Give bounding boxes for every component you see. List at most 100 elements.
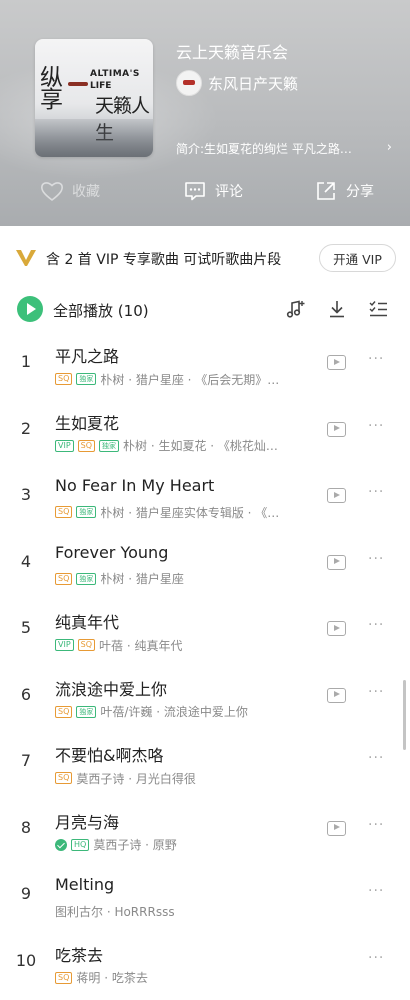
playlist-cover[interactable]: 纵 享 ALTIMA'S LIFE 天籁人生 [35,39,153,157]
song-row[interactable]: 7 不要怕&啊杰咯 SQ 莫西子诗 · 月光白得很 ··· [0,729,410,795]
exclusive-badge: 独家 [76,705,97,718]
scrollbar[interactable] [403,680,406,750]
favorite-button[interactable]: 收藏 [40,180,100,202]
cover-big-text: 纵 享 [40,65,63,113]
sq-badge: SQ [55,772,73,784]
play-all-label: 全部播放 [53,302,114,320]
sq-badge: SQ [55,373,73,385]
exclusive-badge: 独家 [76,506,97,518]
song-title: Forever Young [55,542,169,562]
sq-badge: SQ [55,705,73,718]
share-button[interactable]: 分享 [314,180,374,202]
more-options-icon[interactable]: ··· [368,684,384,700]
artist-name[interactable]: 东风日产天籁 [208,73,298,94]
exclusive-badge: 独家 [76,572,97,585]
multi-select-icon[interactable] [367,298,389,320]
comment-label: 评论 [215,184,243,200]
song-meta: SQ 独家 朴树 · 猎户星座实体专辑版 · 《… [55,504,313,520]
song-title: Melting [55,875,115,894]
song-artist-album: 朴树 · 生如夏花 · 《桃花灿… [123,439,278,453]
song-meta: SQ 独家 朴树 · 猎户星座 · 《后会无期》… [55,371,313,387]
song-artist-album: 蒋明 · 吃茶去 [76,971,148,985]
song-row[interactable]: 1 平凡之路 SQ 独家 朴树 · 猎户星座 · 《后会无期》… ··· [0,330,410,396]
more-options-icon[interactable]: ··· [368,617,384,633]
song-title: 不要怕&啊杰咯 [55,746,164,765]
more-options-icon[interactable]: ··· [368,817,384,833]
song-title: No Fear In My Heart [55,476,215,495]
song-row[interactable]: 2 生如夏花 VIP SQ 独家 朴树 · 生如夏花 · 《桃花灿… ··· [0,397,410,463]
song-number: 5 [20,618,32,637]
mv-play-icon[interactable] [327,355,346,370]
song-title: 纯真年代 [55,613,120,632]
song-number: 8 [20,817,32,837]
song-row[interactable]: 10 吃茶去 SQ 蒋明 · 吃茶去 ··· [0,929,410,995]
mv-play-icon[interactable] [327,554,346,570]
song-artist-album: 莫西子诗 · 原野 [93,838,177,852]
song-number: 6 [20,684,32,704]
playlist-intro[interactable]: 简介:生如夏花的绚烂 平凡之路… › [176,140,392,157]
song-artist-album: 朴树 · 猎户星座实体专辑版 · 《… [100,505,280,520]
more-options-icon[interactable]: ··· [368,351,384,367]
song-meta: SQ 独家 叶蓓/许巍 · 流浪途中爱上你 [55,704,313,720]
more-options-icon[interactable]: ··· [368,750,384,766]
sq-badge: SQ [55,971,73,984]
song-artist-album: 叶蓓/许巍 · 流浪途中爱上你 [100,705,248,719]
song-number: 7 [20,751,32,770]
open-vip-button[interactable]: 开通 VIP [319,244,396,272]
song-meta: VIP SQ 叶蓓 · 纯真年代 [55,637,313,653]
chevron-right-icon: › [386,140,392,155]
song-row[interactable]: 4 Forever Young SQ 独家 朴树 · 猎户星座 ··· [0,530,410,596]
mv-play-icon[interactable] [327,421,346,437]
song-number: 4 [20,551,32,571]
playlist-title: 云上天籁音乐会 [176,43,289,62]
song-row[interactable]: 9 Melting 图利古尔 · HoRRRsss ··· [0,862,410,928]
mv-play-icon[interactable] [327,820,346,836]
more-options-icon[interactable]: ··· [368,551,384,567]
hq-badge: HQ [71,838,90,851]
song-row[interactable]: 6 流浪途中爱上你 SQ 独家 叶蓓/许巍 · 流浪途中爱上你 ··· [0,663,410,729]
song-title: 月亮与海 [55,812,120,832]
comment-button[interactable]: 评论 [183,180,243,202]
music-note-add-icon[interactable] [284,298,306,320]
sq-badge: SQ [77,639,96,651]
song-number: 3 [20,485,32,504]
more-options-icon[interactable]: ··· [368,418,384,434]
intro-text: 简介:生如夏花的绚烂 平凡之路… [176,142,352,156]
song-artist-album: 叶蓓 · 纯真年代 [99,638,183,653]
song-row[interactable]: 5 纯真年代 VIP SQ 叶蓓 · 纯真年代 ··· [0,596,410,662]
downloaded-check-icon [55,838,67,851]
mv-play-icon[interactable] [327,687,346,703]
cover-car-graphic [68,82,88,86]
vip-badge: VIP [55,439,74,452]
heart-icon [41,182,63,202]
song-meta: SQ 莫西子诗 · 月光白得很 [55,770,313,786]
sq-badge: SQ [55,572,73,585]
song-meta: SQ 独家 朴树 · 猎户星座 [55,571,313,587]
vip-banner: 含 2 首 VIP 专享歌曲 可试听歌曲片段 开通 VIP [0,226,410,290]
song-artist-album: 朴树 · 猎户星座 [100,572,184,586]
song-title: 生如夏花 [55,413,120,433]
song-number: 2 [20,418,32,438]
play-all-row: 全部播放 (10) [0,290,410,330]
more-options-icon[interactable]: ··· [368,950,384,966]
more-options-icon[interactable]: ··· [368,484,384,500]
more-options-icon[interactable]: ··· [368,883,384,899]
exclusive-badge: 独家 [99,439,120,452]
play-all-icon[interactable] [17,296,43,322]
exclusive-badge: 独家 [76,373,97,385]
mv-play-icon[interactable] [327,488,346,503]
song-meta: 图利古尔 · HoRRRsss [55,903,313,919]
song-title: 流浪途中爱上你 [55,679,168,699]
share-icon [317,182,335,200]
play-all-button[interactable]: 全部播放 (10) [53,300,149,321]
mv-play-icon[interactable] [327,621,346,636]
artist-avatar[interactable] [176,70,202,96]
vip-info-text: 含 2 首 VIP 专享歌曲 可试听歌曲片段 [46,252,282,268]
song-number: 10 [15,950,37,970]
sq-badge: SQ [55,506,73,518]
song-row[interactable]: 8 月亮与海 HQ 莫西子诗 · 原野 ··· [0,796,410,862]
song-meta: SQ 蒋明 · 吃茶去 [55,970,313,986]
download-icon[interactable] [326,298,348,320]
play-all-count: (10) [117,302,149,320]
song-row[interactable]: 3 No Fear In My Heart SQ 独家 朴树 · 猎户星座实体专辑版 ·… [0,463,410,529]
